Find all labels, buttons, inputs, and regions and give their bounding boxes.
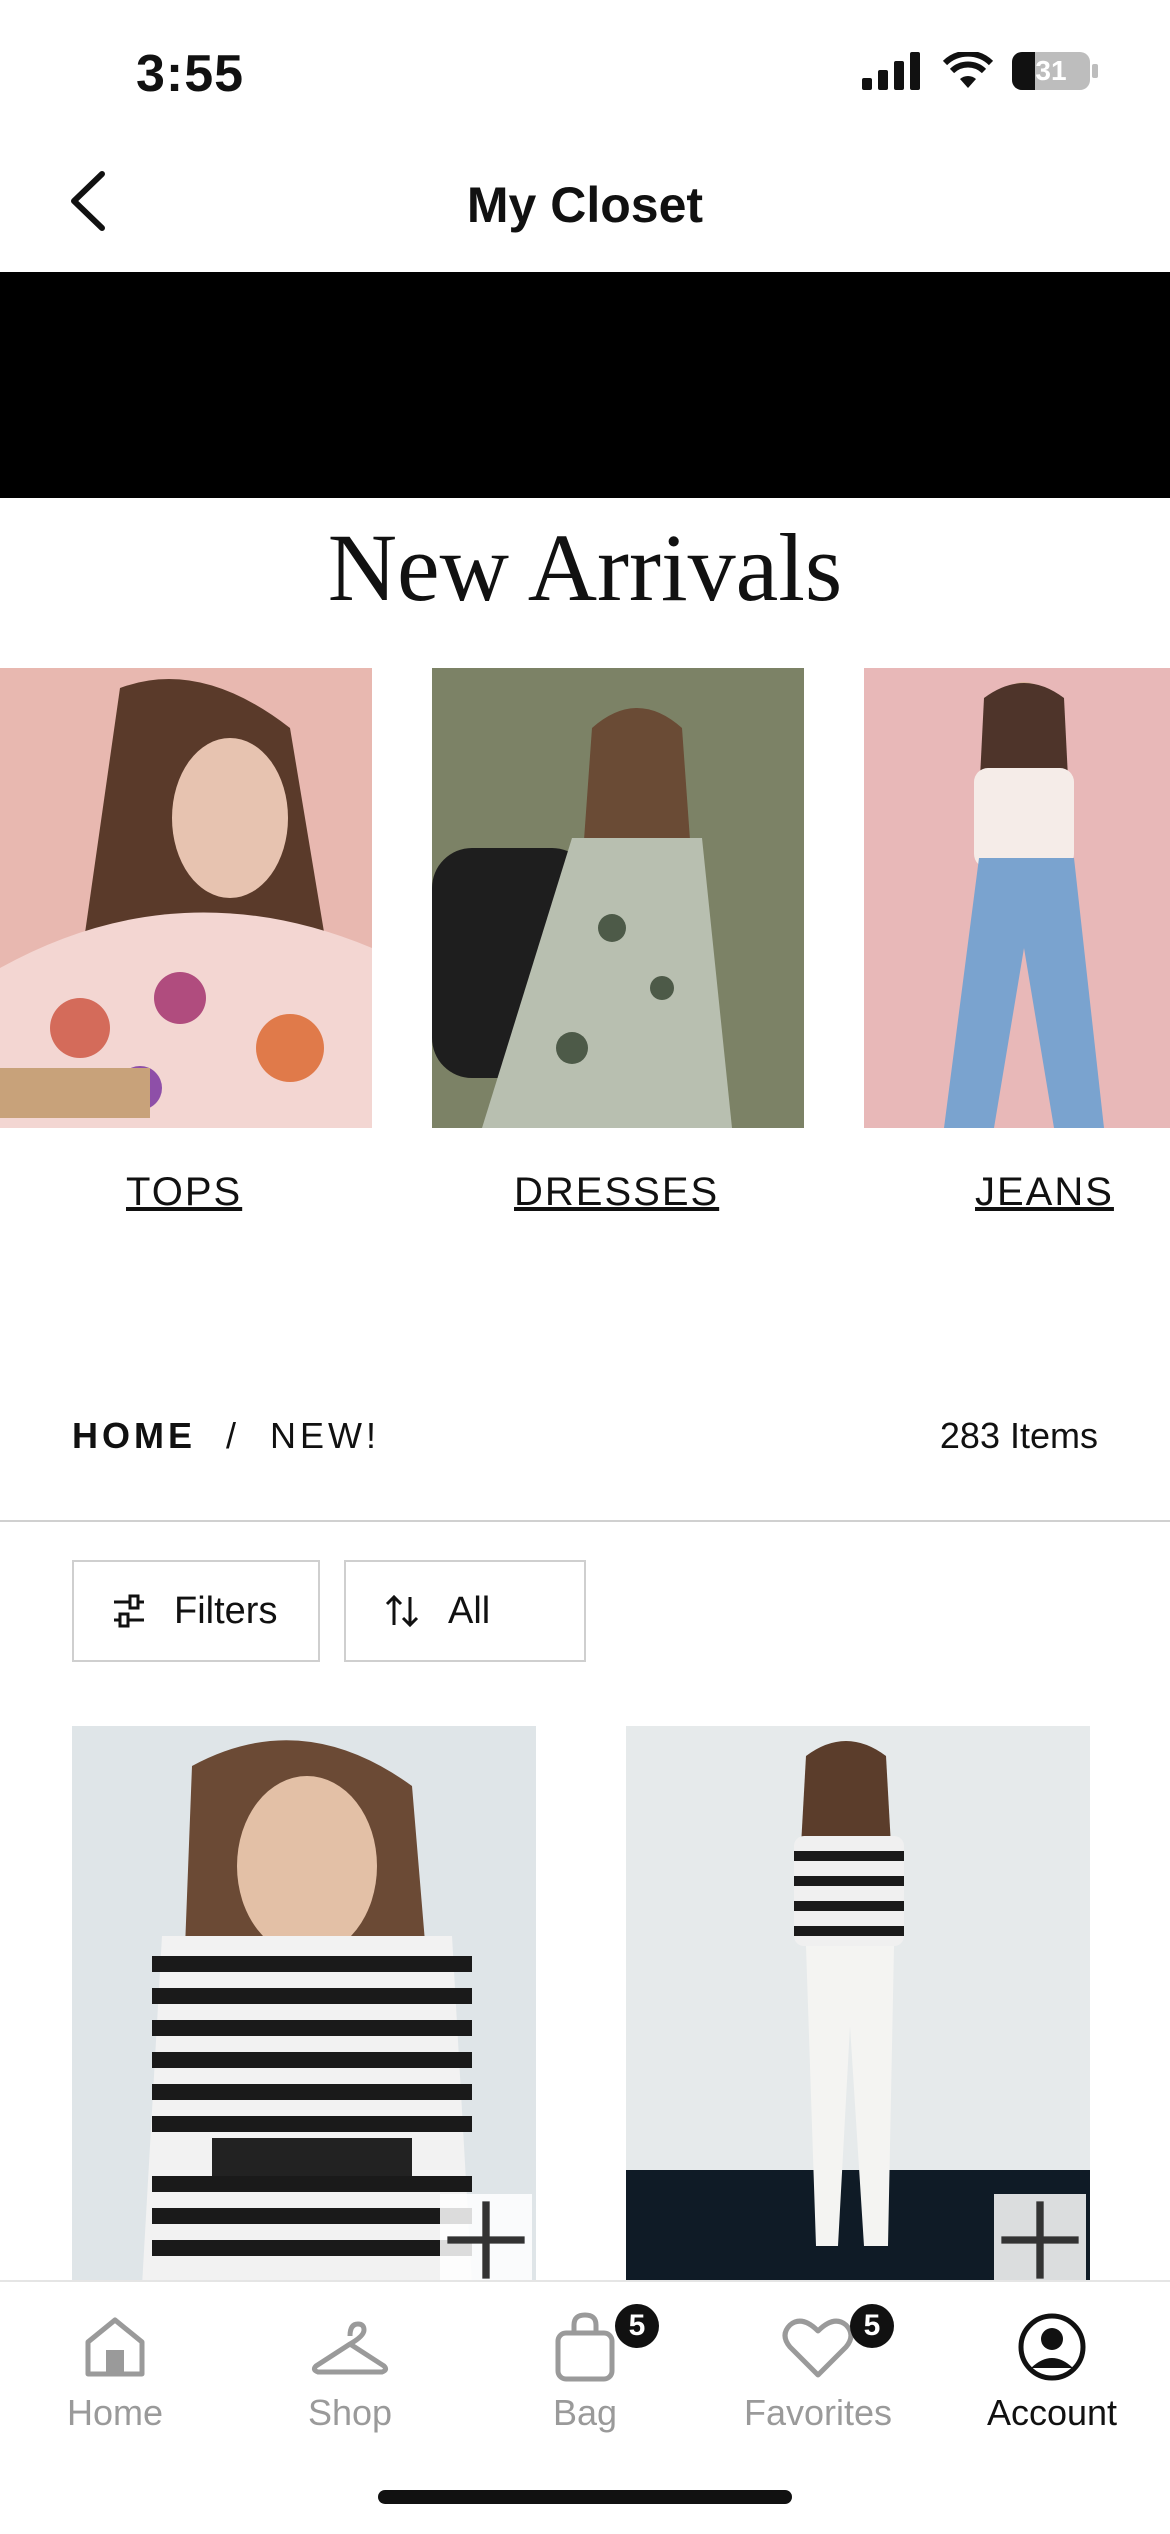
favorites-badge: 5	[850, 2304, 894, 2348]
add-to-bag-button[interactable]	[440, 2194, 532, 2286]
wifi-icon	[942, 52, 994, 88]
tab-shop-label: Shop	[307, 2392, 393, 2433]
category-link-jeans[interactable]: JEANS	[975, 1170, 1114, 1215]
dresses-image	[432, 668, 804, 1128]
filters-button[interactable]: Filters	[72, 1560, 320, 1662]
divider	[0, 1520, 1170, 1522]
jeans-image	[864, 668, 1170, 1128]
account-icon	[1018, 2313, 1086, 2381]
page-title: My Closet	[466, 177, 704, 233]
breadcrumb-home[interactable]: HOME	[72, 1415, 196, 1457]
nav-bar: My Closet	[0, 130, 1170, 270]
battery-icon: 31	[1012, 52, 1098, 90]
sort-label: All	[448, 1589, 491, 1632]
status-icons: 31	[862, 52, 1098, 90]
home-indicator	[378, 2490, 792, 2504]
breadcrumb-separator: /	[226, 1415, 241, 1456]
category-card-jeans[interactable]	[864, 668, 1170, 1128]
product-card[interactable]	[72, 1726, 536, 2286]
tab-favorites[interactable]: 5 Favorites	[708, 2302, 928, 2434]
cellular-signal-icon	[862, 52, 920, 90]
promo-banner[interactable]	[0, 272, 1170, 498]
items-count: 283 Items	[939, 1415, 1098, 1456]
category-card-dresses[interactable]	[432, 668, 804, 1128]
filters-icon	[114, 1594, 144, 1628]
tab-bag[interactable]: 5 Bag	[475, 2302, 695, 2434]
breadcrumb: HOME / NEW!	[72, 1415, 380, 1457]
add-to-bag-button[interactable]	[994, 2194, 1086, 2286]
tab-account[interactable]: Account	[942, 2302, 1162, 2434]
category-link-tops[interactable]: TOPS	[126, 1170, 242, 1215]
tab-bag-label: Bag	[552, 2392, 618, 2433]
heart-icon	[782, 2318, 854, 2378]
battery-level: 31	[1035, 55, 1067, 86]
plus-icon	[1001, 2201, 1079, 2279]
home-icon	[85, 2317, 145, 2377]
tab-shop[interactable]: Shop	[240, 2302, 460, 2434]
tab-favorites-label: Favorites	[743, 2392, 893, 2433]
bag-badge: 5	[615, 2304, 659, 2348]
hanger-icon	[311, 2321, 389, 2375]
breadcrumb-current: NEW!	[270, 1415, 381, 1456]
category-link-dresses[interactable]: DRESSES	[514, 1170, 719, 1215]
product-card[interactable]	[626, 1726, 1090, 2286]
sort-button[interactable]: All	[344, 1560, 586, 1662]
tab-home[interactable]: Home	[5, 2302, 225, 2434]
section-title: New Arrivals	[327, 514, 843, 621]
plus-icon	[447, 2201, 525, 2279]
category-card-tops[interactable]	[0, 668, 372, 1128]
bag-icon	[555, 2312, 615, 2382]
tops-image	[0, 668, 372, 1128]
status-time: 3:55	[136, 45, 245, 103]
tab-account-label: Account	[986, 2392, 1118, 2433]
filters-label: Filters	[174, 1589, 278, 1632]
tab-home-label: Home	[66, 2392, 164, 2433]
sort-arrows-icon	[385, 1594, 419, 1628]
